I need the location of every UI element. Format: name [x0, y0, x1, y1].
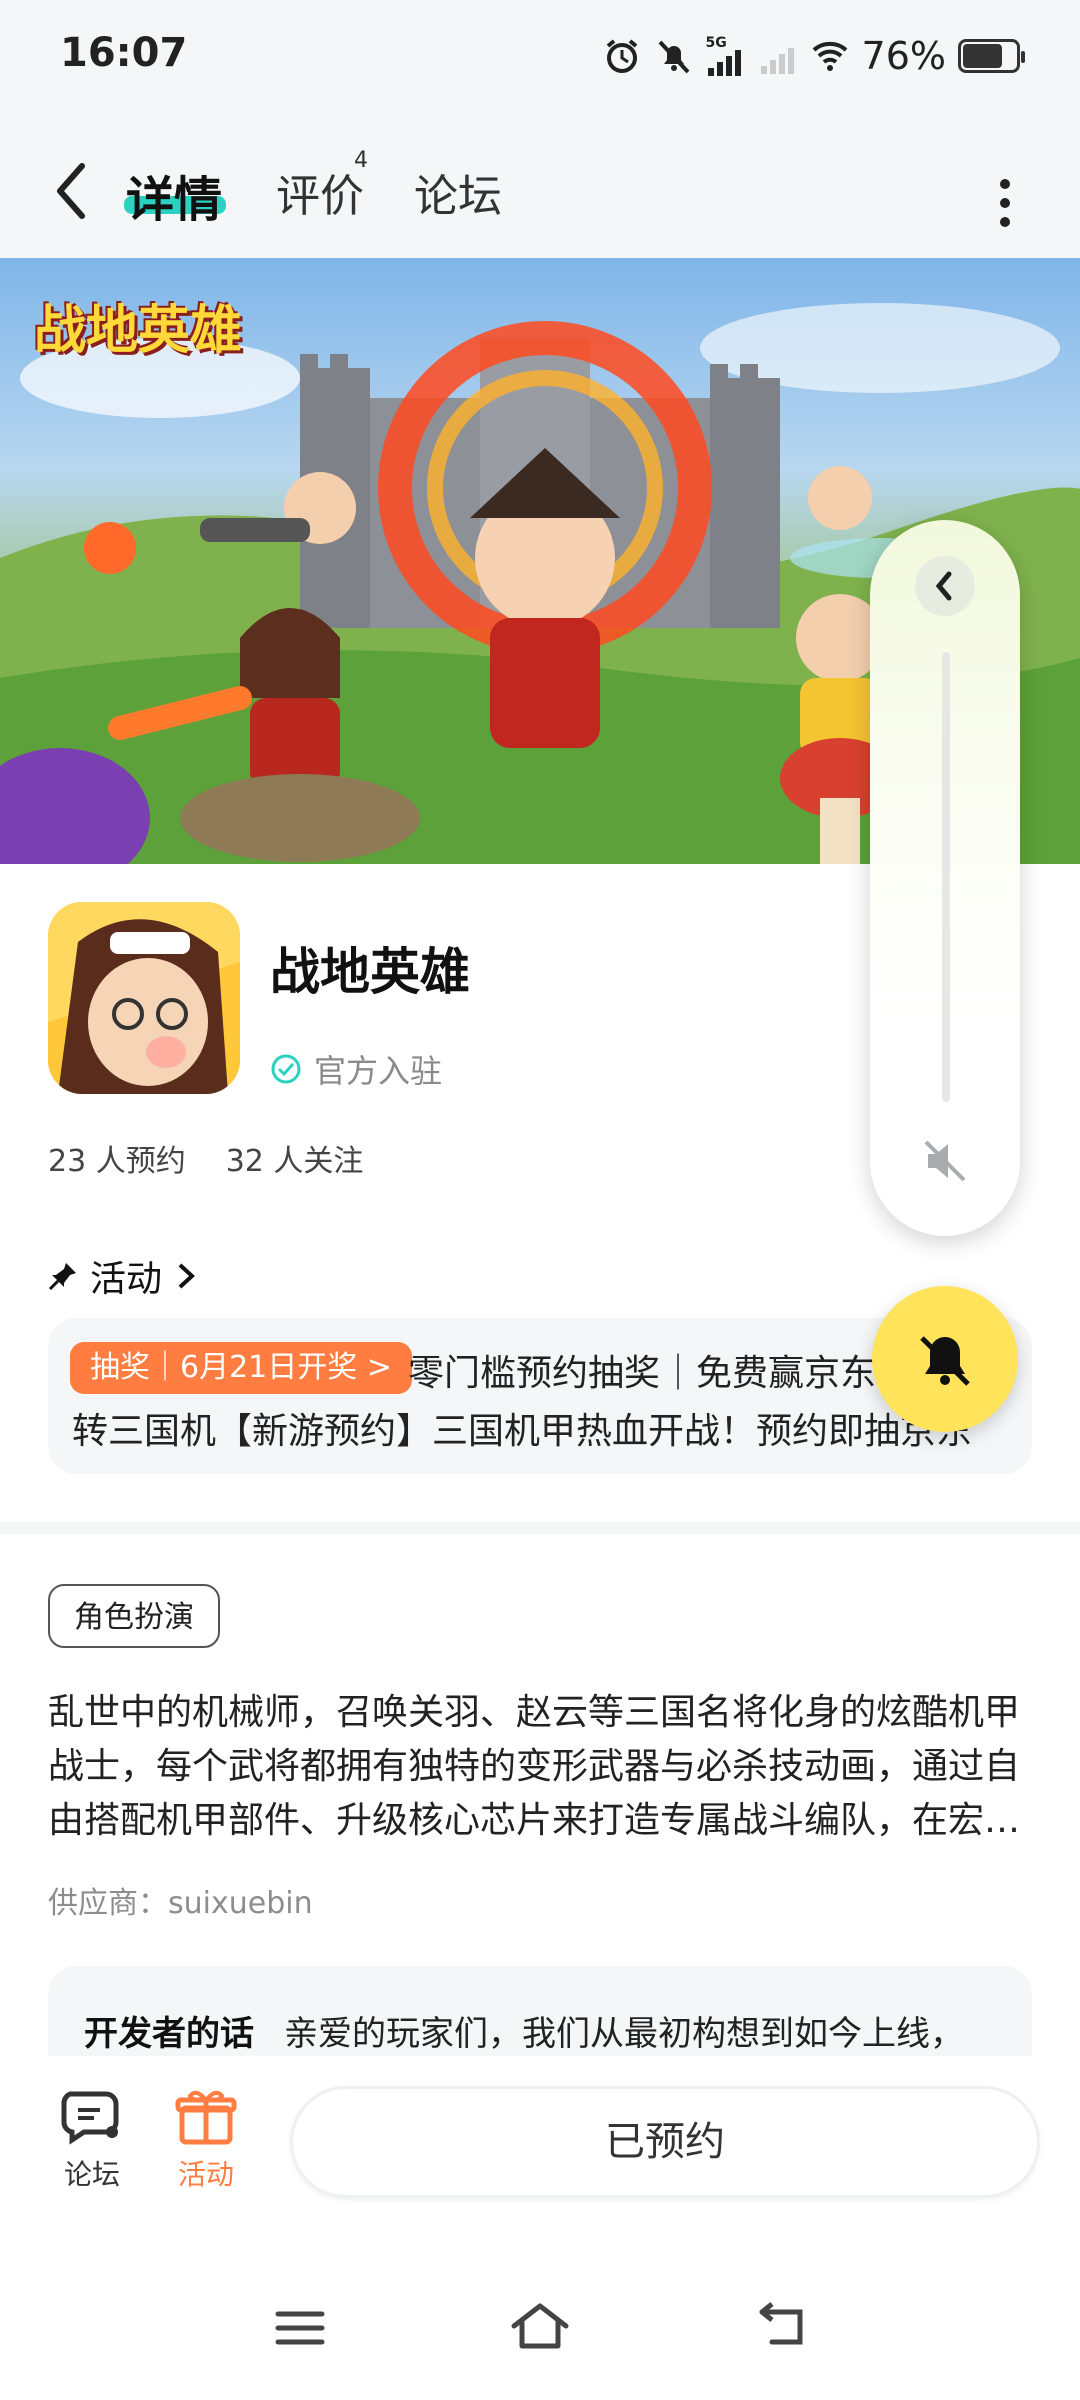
game-description[interactable]: 乱世中的机械师，召唤关羽、赵云等三国名将化身的炫酷机甲战士，每个武将都拥有独特的… — [48, 1686, 1028, 1848]
lottery-badge: 抽奖｜6月21日开奖 > — [70, 1342, 412, 1394]
section-divider — [0, 1522, 1080, 1534]
network-type-label: 5G — [705, 35, 727, 51]
follower-count: 32 人关注 — [225, 1144, 364, 1179]
bottom-action-bar: 论坛 活动 已预约 — [0, 2056, 1080, 2256]
signal-weak-icon — [760, 48, 794, 74]
signal-icon — [707, 50, 741, 76]
developer-note-card[interactable]: 开发者的话 亲爱的玩家们，我们从最初构想到如今上线， — [48, 1966, 1032, 2056]
forum-label: 论坛 — [63, 2158, 120, 2191]
status-time: 16:07 — [60, 30, 188, 76]
banner-logo: 战地英雄 — [34, 300, 243, 361]
battery-percent: 76% — [861, 34, 946, 78]
activity-title: 零门槛预约抽奖｜免费赢京东 — [408, 1353, 877, 1394]
menu-icon[interactable] — [272, 2306, 328, 2350]
tab-review[interactable]: 评价 — [276, 160, 364, 224]
developer-note-text: 亲爱的玩家们，我们从最初构想到如今上线， — [284, 2014, 964, 2054]
more-options-icon[interactable] — [990, 168, 1020, 238]
wifi-icon — [812, 41, 847, 71]
chevron-left-icon — [935, 571, 952, 601]
developer-note-title: 开发者的话 — [84, 2014, 254, 2054]
speaker-mute-icon — [924, 1140, 966, 1182]
back-nav-icon[interactable] — [752, 2302, 812, 2352]
bell-off-icon — [920, 1336, 970, 1386]
activity-label: 活动 — [177, 2158, 234, 2191]
back-arrow-icon[interactable] — [44, 156, 104, 226]
home-icon[interactable] — [508, 2300, 572, 2354]
app-icon — [48, 902, 240, 1094]
volume-collapse-button[interactable] — [915, 556, 975, 616]
status-icons: 5G 76% — [602, 30, 1025, 82]
activity-description: 转三国机【新游预约】三国机甲热血开战！预约即抽京东 — [72, 1411, 973, 1452]
alarm-icon — [606, 39, 637, 73]
status-bar: 16:07 5G 76% — [0, 0, 1080, 118]
battery-icon — [958, 39, 1025, 73]
forum-chat-icon — [61, 2091, 119, 2145]
reservation-count: 23 人预约 — [48, 1144, 186, 1179]
chevron-right-icon — [178, 1263, 195, 1289]
supplier-label: 供应商：suixuebin — [48, 1886, 313, 1921]
verified-badge: 官方入驻 — [270, 1046, 442, 1092]
system-navigation-bar — [0, 2256, 1080, 2400]
app-stats: 23 人预约 32 人关注 — [48, 1136, 363, 1180]
activity-header[interactable]: 活动 — [48, 1250, 198, 1302]
check-circle-icon — [271, 1054, 301, 1084]
gift-icon — [175, 2090, 237, 2145]
verified-label: 官方入驻 — [314, 1052, 443, 1090]
genre-tag[interactable]: 角色扮演 — [48, 1584, 220, 1648]
forum-button[interactable]: 论坛 — [42, 2086, 142, 2193]
activity-heading: 活动 — [90, 1259, 163, 1300]
app-title: 战地英雄 — [270, 943, 470, 1001]
activity-button[interactable]: 活动 — [156, 2086, 256, 2193]
volume-slider[interactable] — [942, 652, 950, 1102]
bell-off-icon — [658, 40, 689, 74]
reserved-button[interactable]: 已预约 — [290, 2086, 1040, 2198]
ringer-toggle-button[interactable] — [872, 1286, 1018, 1432]
top-navigation: 详情 评价 4 论坛 — [0, 118, 1080, 258]
tab-forum[interactable]: 论坛 — [414, 160, 502, 224]
volume-panel[interactable] — [870, 520, 1020, 1236]
review-count-badge: 4 — [354, 148, 368, 173]
pin-icon — [48, 1263, 76, 1291]
tab-detail[interactable]: 详情 — [126, 160, 222, 230]
